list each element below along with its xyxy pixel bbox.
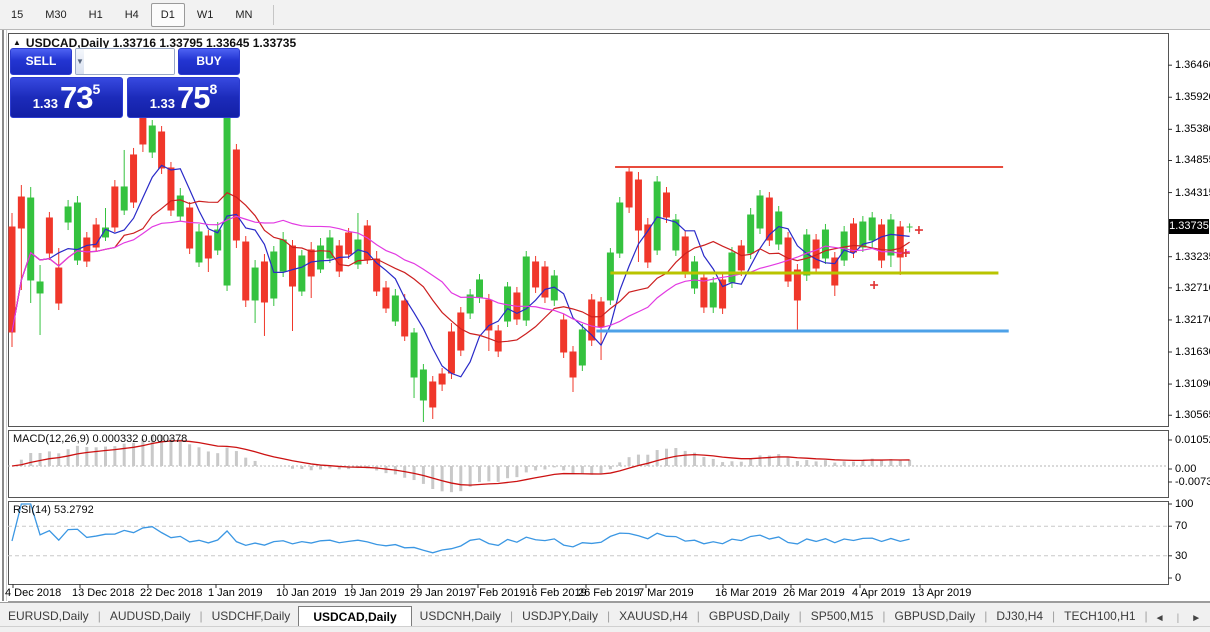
- price-tick-label: 1.33235: [1175, 251, 1210, 263]
- price-tick-label: 1.35920: [1175, 91, 1210, 103]
- price-tick-label: 1.32710: [1175, 282, 1210, 294]
- rsi-pane-label: RSI(14) 53.2792: [13, 504, 94, 516]
- rsi-pane[interactable]: [8, 504, 1168, 556]
- macd-pane-label: MACD(12,26,9) 0.000332 0.000378: [13, 433, 187, 445]
- rsi-tick-label: 100: [1175, 498, 1193, 510]
- buy-button[interactable]: BUY: [178, 48, 240, 75]
- date-tick-label: 22 Dec 2018: [140, 587, 202, 599]
- tab-audusd-daily[interactable]: AUDUSD,Daily: [102, 605, 199, 627]
- tab-eurusd-daily[interactable]: EURUSD,Daily: [0, 605, 97, 627]
- date-tick-label: 16 Mar 2019: [715, 587, 777, 599]
- tab-scroll-right-icon[interactable]: ►: [1185, 610, 1207, 627]
- price-tick-label: 1.36460: [1175, 59, 1210, 71]
- date-tick-label: 26 Feb 2019: [578, 587, 640, 599]
- rsi-tick-label: 30: [1175, 550, 1187, 562]
- rsi-tick-label: 0: [1175, 572, 1181, 584]
- price-tick-label: 1.31630: [1175, 346, 1210, 358]
- date-tick-label: 13 Dec 2018: [72, 587, 134, 599]
- date-tick-label: 1 Jan 2019: [208, 587, 262, 599]
- date-tick-label: 10 Jan 2019: [276, 587, 337, 599]
- tab-xauusd-h4[interactable]: XAUUSD,H4: [611, 605, 696, 627]
- tab-usdjpy-daily[interactable]: USDJPY,Daily: [514, 605, 606, 627]
- tab-usdchf-daily[interactable]: USDCHF,Daily: [204, 605, 299, 627]
- date-tick-label: 29 Jan 2019: [410, 587, 471, 599]
- price-tick-label: 1.32170: [1175, 314, 1210, 326]
- tab-usdcad-daily[interactable]: USDCAD,Daily: [298, 606, 411, 628]
- macd-values: 0.000332 0.000378: [92, 433, 187, 445]
- tab-scroll-left-icon[interactable]: ◄: [1149, 610, 1171, 627]
- collapse-panel-icon[interactable]: ▲: [13, 38, 21, 47]
- chart-tab-bar: EURUSD,Daily| AUDUSD,Daily| USDCHF,Daily…: [0, 602, 1210, 627]
- one-click-trade-panel: SELL ▼ ▲ BUY 1.33 73 5 1.33 75 8: [10, 48, 240, 118]
- price-tick-label: 1.34855: [1175, 154, 1210, 166]
- main-pane[interactable]: [9, 108, 1009, 422]
- macd-title: MACD(12,26,9): [13, 433, 89, 445]
- macd-tick-label: -0.0073: [1175, 476, 1210, 488]
- rsi-title: RSI(14): [13, 504, 51, 516]
- buy-price-display[interactable]: 1.33 75 8: [127, 77, 240, 118]
- rsi-tick-label: 70: [1175, 520, 1187, 532]
- rsi-value: 53.2792: [54, 504, 94, 516]
- date-tick-label: 4 Apr 2019: [852, 587, 905, 599]
- date-tick-label: 7 Mar 2019: [638, 587, 694, 599]
- date-tick-label: 7 Feb 2019: [470, 587, 526, 599]
- status-strip: [0, 626, 1210, 632]
- buy-price-main: 1.33: [150, 96, 175, 111]
- volume-spinner: ▼ ▲: [75, 48, 175, 75]
- macd-tick-label: 0.00: [1175, 463, 1196, 475]
- tab-usdcnh-daily[interactable]: USDCNH,Daily: [412, 605, 509, 627]
- sell-price-pip: 5: [93, 81, 101, 117]
- tab-separator: |: [1171, 610, 1186, 627]
- date-tick-label: 13 Apr 2019: [912, 587, 971, 599]
- sell-button[interactable]: SELL: [10, 48, 72, 75]
- volume-input[interactable]: [84, 49, 175, 74]
- sell-price-big: 73: [60, 78, 92, 117]
- price-tick-label: 1.34315: [1175, 187, 1210, 199]
- price-tick-label: 1.31090: [1175, 378, 1210, 390]
- tab-dj30-h4[interactable]: DJ30,H4: [988, 605, 1051, 627]
- mt4-terminal: 15 M30 H1 H4 D1 W1 MN ▲USDCAD,Daily 1.33…: [0, 0, 1210, 632]
- volume-decrease-icon[interactable]: ▼: [76, 49, 84, 74]
- price-tick-label: 1.35380: [1175, 123, 1210, 135]
- macd-tick-label: 0.010525: [1175, 434, 1210, 446]
- tab-sp500-m15[interactable]: SP500,M15: [803, 605, 882, 627]
- tab-tech100-h1[interactable]: TECH100,H1: [1056, 605, 1143, 627]
- date-tick-label: 19 Jan 2019: [344, 587, 405, 599]
- buy-price-big: 75: [177, 78, 209, 117]
- date-tick-label: 26 Mar 2019: [783, 587, 845, 599]
- sell-price-main: 1.33: [33, 96, 58, 111]
- price-tick-label: 1.30565: [1175, 409, 1210, 421]
- date-tick-label: 4 Dec 2018: [5, 587, 61, 599]
- current-price-tag: 1.33735: [1169, 219, 1209, 234]
- buy-price-pip: 8: [210, 81, 218, 117]
- sell-price-display[interactable]: 1.33 73 5: [10, 77, 123, 118]
- tab-gbpusd-daily[interactable]: GBPUSD,Daily: [701, 605, 798, 627]
- tab-gbpusd-daily-2[interactable]: GBPUSD,Daily: [887, 605, 984, 627]
